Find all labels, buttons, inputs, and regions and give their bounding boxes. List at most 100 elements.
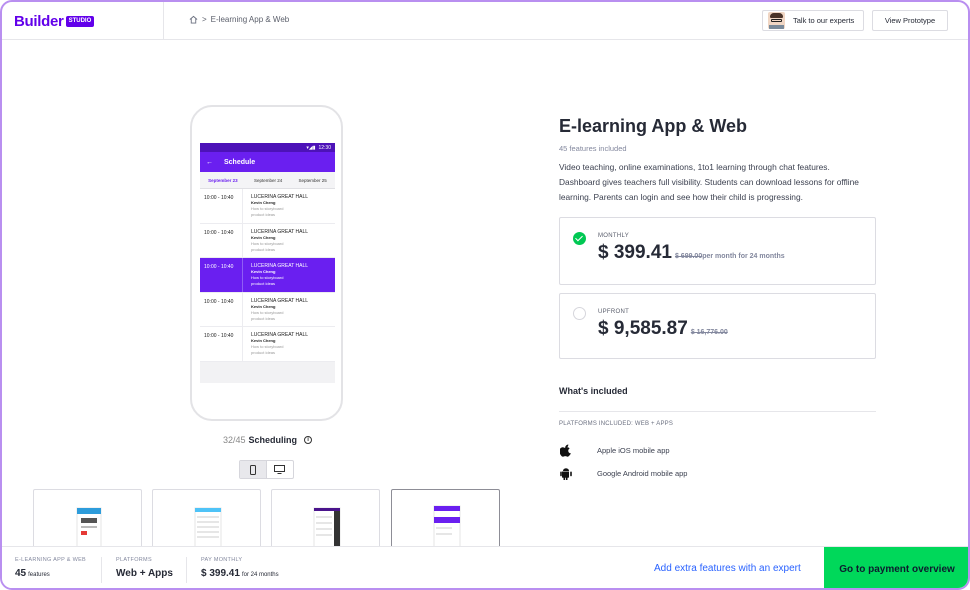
thumbnail-preview: [433, 505, 461, 548]
footer-pay-unit: for 24 months: [241, 572, 279, 578]
whats-included-heading: What's included: [559, 386, 628, 396]
phone-mockup: ▾◢▮ 12:30 ← Schedule September 23 Septem…: [190, 105, 343, 421]
monthly-price-card[interactable]: MONTHLY $ 399.41 $ 699.00per month for 24…: [559, 217, 876, 285]
screen-thumbnail-selected[interactable]: [391, 489, 500, 549]
schedule-app-bar: ← Schedule: [200, 152, 335, 172]
breadcrumb: > E-learning App & Web: [189, 15, 289, 24]
footer-platforms: PLATFORMS Web + Apps: [116, 557, 173, 579]
date-tabs: September 23 September 24 September 25: [200, 172, 335, 189]
date-tab: September 24: [253, 177, 283, 183]
footer-pay: PAY MONTHLY $ 399.41 for 24 months: [201, 557, 279, 579]
device-toggle: [239, 460, 294, 479]
info-icon[interactable]: i: [304, 436, 313, 444]
app-frame: Builder STUDIO > E-learning App & Web Ta…: [0, 0, 970, 590]
product-description: Video teaching, online examinations, 1to…: [559, 162, 859, 202]
status-time: 12:30: [318, 144, 331, 151]
screen-thumbnail[interactable]: [33, 489, 142, 549]
summary-footer: E-LEARNING APP & WEB 45 features PLATFORM…: [2, 546, 968, 588]
thumbnail-preview: [76, 507, 102, 548]
date-tab: September 25: [298, 177, 327, 183]
feature-caption: 32/45 Scheduling i: [223, 435, 313, 445]
schedule-location: LUCERINA GREAT HALL: [251, 228, 309, 235]
schedule-topic-2: product ideas: [251, 246, 276, 252]
logo-text: Builder: [14, 13, 64, 30]
schedule-time: 10:00 - 10:40: [200, 223, 243, 257]
logo-badge: STUDIO: [65, 16, 95, 27]
schedule-location: LUCERINA GREAT HALL: [251, 297, 309, 304]
breadcrumb-separator: >: [202, 15, 207, 24]
schedule-row: 10:00 - 10:40 LUCERINA GREAT HALL Kevin C…: [200, 327, 335, 362]
platform-item-ios: Apple iOS mobile app: [559, 443, 670, 457]
footer-features: E-LEARNING APP & WEB 45 features: [15, 557, 86, 579]
platforms-heading: PLATFORMS INCLUDED: WEB + APPS: [559, 421, 674, 427]
upfront-radio[interactable]: [573, 307, 586, 320]
monthly-note: per month for 24 months: [702, 253, 785, 260]
expert-avatar: [768, 12, 785, 29]
upfront-label: UPFRONT: [598, 309, 630, 315]
android-icon: [559, 466, 573, 480]
thumbnail-preview: [194, 507, 222, 548]
footer-divider: [101, 557, 102, 583]
talk-to-experts-button[interactable]: Talk to our experts: [762, 10, 864, 31]
top-header: Builder STUDIO > E-learning App & Web Ta…: [2, 2, 968, 40]
payment-overview-button[interactable]: Go to payment overview: [824, 547, 968, 588]
footer-platforms-value: Web + Apps: [116, 568, 173, 579]
desktop-view-button[interactable]: [267, 461, 293, 478]
schedule-row: 10:00 - 10:40 LUCERINA GREAT HALL Kevin C…: [200, 292, 335, 327]
feature-name: Scheduling: [248, 435, 298, 445]
date-tab: September 23: [208, 177, 238, 183]
included-divider: [559, 411, 876, 412]
schedule-row: 10:00 - 10:40 LUCERINA GREAT HALL Kevin C…: [200, 189, 335, 224]
phone-screen: ▾◢▮ 12:30 ← Schedule September 23 Septem…: [200, 143, 335, 383]
footer-pay-value: $ 399.41: [201, 568, 240, 579]
apple-icon: [559, 443, 573, 457]
feature-counter: 32/45: [223, 435, 246, 445]
upfront-old-price: $ 16,776.00: [690, 329, 728, 336]
schedule-topic-2: product ideas: [251, 281, 276, 286]
phone-status-bar: ▾◢▮ 12:30: [200, 143, 335, 152]
breadcrumb-current: E-learning App & Web: [210, 15, 290, 24]
screen-thumbnail[interactable]: [152, 489, 261, 549]
features-count: 45 features included: [559, 144, 627, 153]
monthly-price: $ 399.41 $ 699.00per month for 24 months: [598, 242, 785, 264]
monthly-radio-checked[interactable]: [573, 232, 586, 245]
product-title: E-learning App & Web: [559, 116, 748, 136]
schedule-time: 10:00 - 10:40: [200, 327, 243, 361]
platform-label: Apple iOS mobile app: [597, 445, 670, 455]
footer-app-label: E-LEARNING APP & WEB: [15, 557, 87, 563]
schedule-time: 10:00 - 10:40: [200, 258, 243, 292]
desktop-icon: [274, 465, 286, 474]
schedule-topic-2: product ideas: [251, 315, 276, 321]
schedule-time: 10:00 - 10:40: [200, 292, 243, 326]
schedule-topic-2: product ideas: [251, 212, 276, 217]
upfront-price-card[interactable]: UPFRONT $ 9,585.87 $ 16,776.00: [559, 293, 876, 359]
footer-features-unit: features: [28, 572, 50, 578]
schedule-topic-2: product ideas: [251, 350, 276, 355]
schedule-row-active: 10:00 - 10:40 LUCERINA GREAT HALL Kevin C…: [200, 258, 335, 293]
talk-to-experts-label: Talk to our experts: [793, 16, 855, 25]
thumbnail-preview: [313, 507, 341, 548]
monthly-old-price: $ 699.00: [674, 253, 703, 260]
screen-thumbnail[interactable]: [271, 489, 380, 549]
monthly-label: MONTHLY: [598, 233, 629, 239]
header-divider: [163, 2, 164, 40]
mobile-icon: [249, 464, 256, 475]
schedule-list: 10:00 - 10:40 LUCERINA GREAT HALL Kevin C…: [200, 189, 335, 362]
builder-logo[interactable]: Builder STUDIO: [14, 13, 95, 30]
add-extra-features-link[interactable]: Add extra features with an expert: [654, 563, 801, 574]
footer-platforms-label: PLATFORMS: [116, 557, 152, 563]
mobile-view-button[interactable]: [240, 461, 267, 478]
footer-pay-label: PAY MONTHLY: [201, 557, 243, 563]
monthly-price-value: $ 399.41: [598, 242, 672, 263]
footer-divider: [186, 557, 187, 583]
schedule-title: Schedule: [224, 158, 256, 166]
upfront-price: $ 9,585.87 $ 16,776.00: [598, 318, 728, 340]
home-icon[interactable]: [189, 15, 198, 24]
signal-icon: ▾◢▮: [306, 144, 316, 151]
schedule-row: 10:00 - 10:40 LUCERINA GREAT HALL Kevin C…: [200, 223, 335, 258]
schedule-time: 10:00 - 10:40: [200, 189, 243, 223]
platform-label: Google Android mobile app: [597, 468, 688, 478]
platform-item-android: Google Android mobile app: [559, 466, 687, 480]
view-prototype-button[interactable]: View Prototype: [872, 10, 948, 31]
upfront-price-value: $ 9,585.87: [598, 318, 688, 339]
